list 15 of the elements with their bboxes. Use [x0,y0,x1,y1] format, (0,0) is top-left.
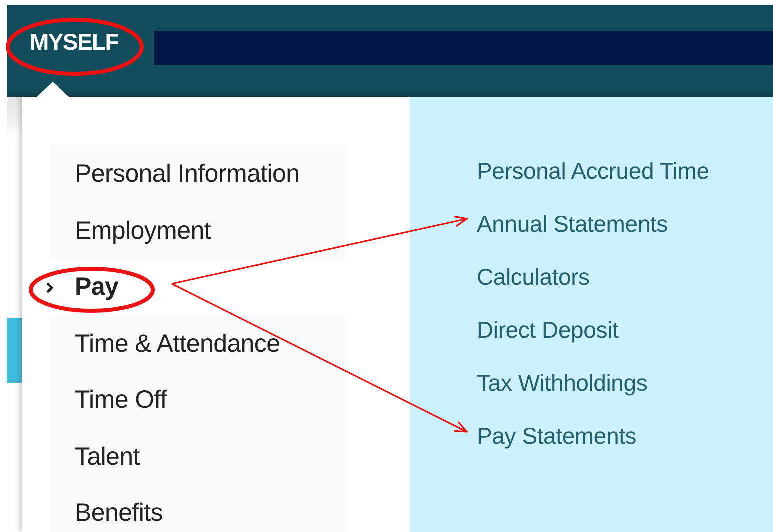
submenu-link[interactable]: Calculators [477,251,590,304]
submenu-link[interactable]: Annual Statements [477,198,668,251]
menu-item[interactable]: Time Off [44,372,347,428]
menu-item[interactable]: Time & Attendance [44,316,347,372]
submenu-link[interactable]: Direct Deposit [477,304,619,357]
submenu-link[interactable]: Pay Statements [477,410,637,463]
menu-item[interactable]: Talent [44,428,347,485]
menu-item[interactable]: Benefits [44,485,347,532]
menu-item[interactable]: Pay [44,259,347,316]
submenu-link[interactable]: Tax Withholdings [477,357,648,410]
menu-item[interactable]: Personal Information [44,146,347,202]
submenu-link[interactable]: Personal Accrued Time [477,145,710,198]
chevron-icon [46,282,54,294]
nav-tab[interactable]: MYSELF [30,29,118,56]
menu-item[interactable]: Employment [44,202,347,259]
